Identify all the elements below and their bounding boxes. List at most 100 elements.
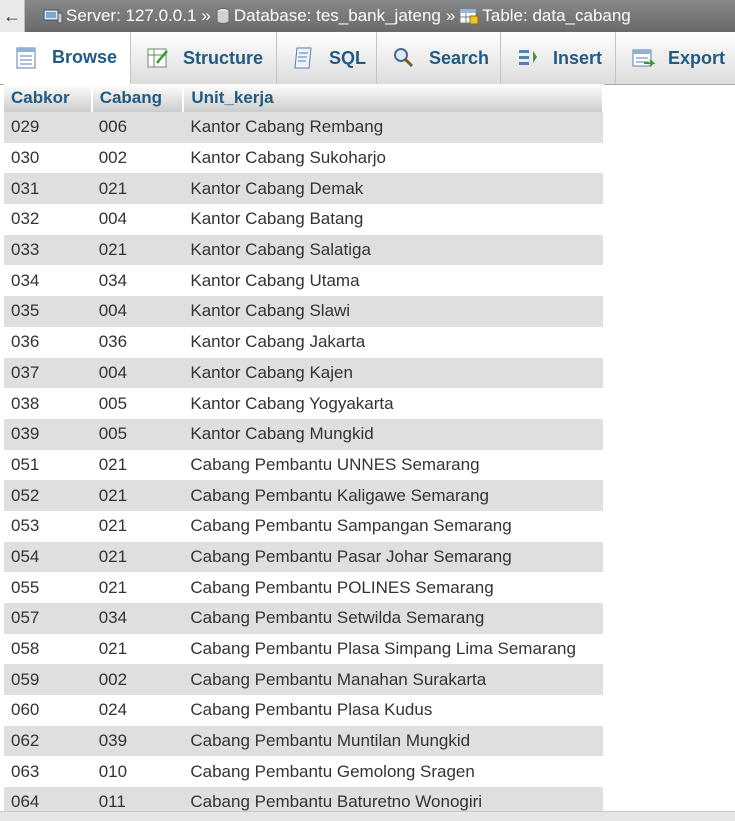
cell-cabkor[interactable]: 060 xyxy=(4,695,92,726)
cell-unit-kerja[interactable]: Kantor Cabang Batang xyxy=(183,204,603,235)
cell-cabang[interactable]: 024 xyxy=(91,695,184,726)
table-row[interactable]: 053 021 Cabang Pembantu Sampangan Semarang xyxy=(4,510,603,542)
table-row[interactable]: 037 004 Kantor Cabang Kajen xyxy=(4,357,603,389)
cell-cabkor[interactable]: 031 xyxy=(4,173,92,205)
cell-cabkor[interactable]: 030 xyxy=(4,142,92,174)
cell-unit-kerja[interactable]: Kantor Cabang Rembang xyxy=(183,112,603,143)
cell-unit-kerja[interactable]: Kantor Cabang Demak xyxy=(183,173,603,205)
cell-cabang[interactable]: 021 xyxy=(91,541,184,573)
cell-cabkor[interactable]: 032 xyxy=(4,204,92,235)
table-row[interactable]: 054 021 Cabang Pembantu Pasar Johar Semara… xyxy=(4,541,603,573)
breadcrumb-server-label[interactable]: Server: 127.0.0.1 xyxy=(66,6,196,26)
cell-unit-kerja[interactable]: Cabang Pembantu Gemolong Sragen xyxy=(183,756,603,788)
cell-cabang[interactable]: 004 xyxy=(91,204,184,235)
cell-cabang[interactable]: 002 xyxy=(91,664,184,696)
cell-cabkor[interactable]: 058 xyxy=(4,633,92,665)
cell-unit-kerja[interactable]: Cabang Pembantu Plasa Kudus xyxy=(183,695,603,726)
table-row[interactable]: 063 010 Cabang Pembantu Gemolong Sragen xyxy=(4,756,603,788)
table-row[interactable]: 031 021 Kantor Cabang Demak xyxy=(4,173,603,205)
cell-cabang[interactable]: 004 xyxy=(91,296,184,327)
tab-structure[interactable]: Structure xyxy=(131,32,277,84)
table-row[interactable]: 039 005 Kantor Cabang Mungkid xyxy=(4,418,603,450)
cell-cabang[interactable]: 021 xyxy=(91,173,184,205)
cell-cabang[interactable]: 004 xyxy=(91,357,184,389)
cell-cabkor[interactable]: 059 xyxy=(4,664,92,696)
cell-cabang[interactable]: 005 xyxy=(91,418,184,450)
cell-cabkor[interactable]: 039 xyxy=(4,418,92,450)
cell-cabang[interactable]: 005 xyxy=(91,388,184,419)
cell-cabang[interactable]: 021 xyxy=(91,510,184,542)
cell-cabkor[interactable]: 055 xyxy=(4,572,92,603)
cell-unit-kerja[interactable]: Cabang Pembantu Plasa Simpang Lima Semar… xyxy=(183,633,603,665)
cell-unit-kerja[interactable]: Cabang Pembantu Manahan Surakarta xyxy=(183,664,603,696)
cell-unit-kerja[interactable]: Kantor Cabang Jakarta xyxy=(183,326,603,358)
cell-cabang[interactable]: 021 xyxy=(91,480,184,511)
cell-cabkor[interactable]: 063 xyxy=(4,756,92,788)
cell-unit-kerja[interactable]: Kantor Cabang Utama xyxy=(183,265,603,297)
cell-unit-kerja[interactable]: Cabang Pembantu Kaligawe Semarang xyxy=(183,480,603,511)
table-row[interactable]: 036 036 Kantor Cabang Jakarta xyxy=(4,326,603,358)
cell-cabkor[interactable]: 036 xyxy=(4,326,92,358)
tab-structure-label[interactable]: Structure xyxy=(183,48,263,69)
tab-insert[interactable]: Insert xyxy=(501,32,616,84)
breadcrumb-table-label[interactable]: Table: data_cabang xyxy=(482,6,630,26)
cell-cabkor[interactable]: 051 xyxy=(4,449,92,481)
cell-cabkor[interactable]: 062 xyxy=(4,725,92,757)
table-row[interactable]: 057 034 Cabang Pembantu Setwilda Semarang xyxy=(4,603,603,634)
cell-cabkor[interactable]: 053 xyxy=(4,510,92,542)
cell-cabang[interactable]: 034 xyxy=(91,603,184,634)
table-row[interactable]: 060 024 Cabang Pembantu Plasa Kudus xyxy=(4,695,603,726)
cell-cabang[interactable]: 034 xyxy=(91,265,184,297)
cell-cabang[interactable]: 039 xyxy=(91,725,184,757)
cell-cabkor[interactable]: 035 xyxy=(4,296,92,327)
cell-cabang[interactable]: 010 xyxy=(91,756,184,788)
tab-export-label[interactable]: Export xyxy=(668,48,725,69)
cell-cabang[interactable]: 021 xyxy=(91,449,184,481)
table-row[interactable]: 032 004 Kantor Cabang Batang xyxy=(4,204,603,235)
cell-unit-kerja[interactable]: Cabang Pembantu UNNES Semarang xyxy=(183,449,603,481)
cell-cabkor[interactable]: 037 xyxy=(4,357,92,389)
breadcrumb-table[interactable]: Table: data_cabang xyxy=(459,6,631,26)
cell-cabang[interactable]: 021 xyxy=(91,572,184,603)
table-row[interactable]: 058 021 Cabang Pembantu Plasa Simpang Lima… xyxy=(4,633,603,665)
cell-cabkor[interactable]: 029 xyxy=(4,112,92,143)
cell-cabkor[interactable]: 033 xyxy=(4,234,92,266)
cell-unit-kerja[interactable]: Cabang Pembantu POLINES Semarang xyxy=(183,572,603,603)
cell-unit-kerja[interactable]: Cabang Pembantu Sampangan Semarang xyxy=(183,510,603,542)
cell-cabang[interactable]: 006 xyxy=(91,112,184,143)
cell-unit-kerja[interactable]: Cabang Pembantu Pasar Johar Semarang xyxy=(183,541,603,573)
table-row[interactable]: 059 002 Cabang Pembantu Manahan Surakarta xyxy=(4,664,603,696)
table-row[interactable]: 051 021 Cabang Pembantu UNNES Semarang xyxy=(4,449,603,481)
breadcrumb-database-label[interactable]: Database: tes_bank_jateng xyxy=(234,6,441,26)
back-arrow-icon[interactable]: ← xyxy=(0,0,25,32)
cell-cabkor[interactable]: 038 xyxy=(4,388,92,419)
cell-cabkor[interactable]: 054 xyxy=(4,541,92,573)
cell-unit-kerja[interactable]: Kantor Cabang Slawi xyxy=(183,296,603,327)
cell-unit-kerja[interactable]: Kantor Cabang Kajen xyxy=(183,357,603,389)
cell-unit-kerja[interactable]: Cabang Pembantu Setwilda Semarang xyxy=(183,603,603,634)
table-row[interactable]: 029 006 Kantor Cabang Rembang xyxy=(4,112,603,143)
cell-unit-kerja[interactable]: Kantor Cabang Salatiga xyxy=(183,234,603,266)
breadcrumb-server[interactable]: Server: 127.0.0.1 xyxy=(43,6,196,26)
column-header-cabkor[interactable]: Cabkor xyxy=(4,84,93,112)
tab-search-label[interactable]: Search xyxy=(429,48,489,69)
tab-browse-label[interactable]: Browse xyxy=(52,47,117,68)
table-row[interactable]: 052 021 Cabang Pembantu Kaligawe Semarang xyxy=(4,480,603,511)
cell-cabang[interactable]: 021 xyxy=(91,234,184,266)
tab-sql-label[interactable]: SQL xyxy=(329,48,366,69)
table-row[interactable]: 035 004 Kantor Cabang Slawi xyxy=(4,296,603,327)
tab-sql[interactable]: SQL xyxy=(277,32,377,84)
column-header-unit-kerja[interactable]: Unit_kerja xyxy=(183,84,604,112)
cell-cabkor[interactable]: 057 xyxy=(4,603,92,634)
cell-unit-kerja[interactable]: Kantor Cabang Mungkid xyxy=(183,418,603,450)
tab-search[interactable]: Search xyxy=(377,32,501,84)
table-row[interactable]: 062 039 Cabang Pembantu Muntilan Mungkid xyxy=(4,725,603,757)
cell-cabang[interactable]: 036 xyxy=(91,326,184,358)
cell-cabkor[interactable]: 034 xyxy=(4,265,92,297)
cell-unit-kerja[interactable]: Cabang Pembantu Muntilan Mungkid xyxy=(183,725,603,757)
cell-unit-kerja[interactable]: Kantor Cabang Yogyakarta xyxy=(183,388,603,419)
table-row[interactable]: 034 034 Kantor Cabang Utama xyxy=(4,265,603,297)
cell-unit-kerja[interactable]: Kantor Cabang Sukoharjo xyxy=(183,142,603,174)
table-row[interactable]: 033 021 Kantor Cabang Salatiga xyxy=(4,234,603,266)
cell-cabkor[interactable]: 052 xyxy=(4,480,92,511)
